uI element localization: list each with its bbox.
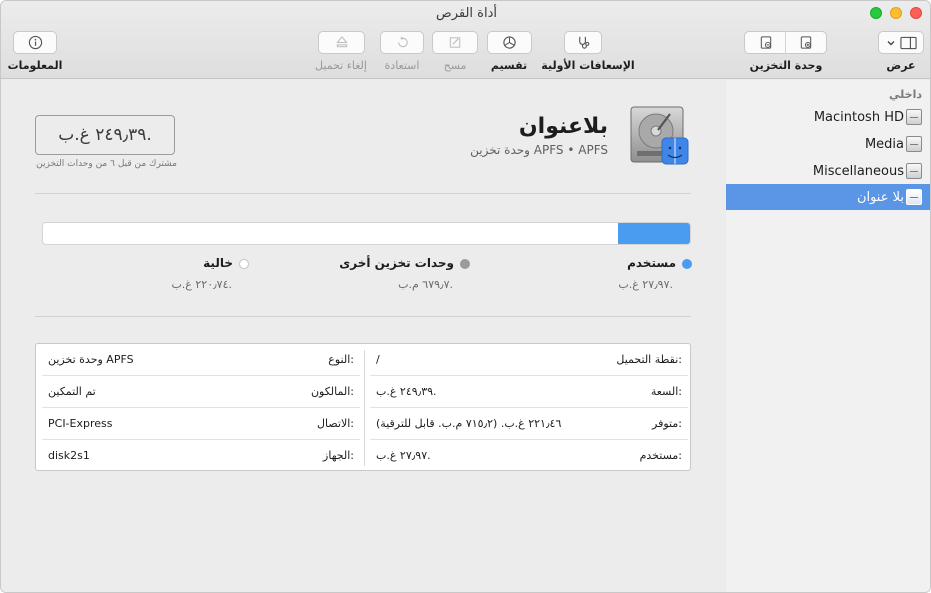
sidebar-header-internal: داخلي [889,88,922,101]
info-key: مستخدم: [639,449,682,462]
legend-free-label: خالية [203,256,233,270]
usage-bar [42,222,691,245]
disk-icon [906,136,922,152]
legend-other-volumes: وحدات تخزين أخرى [339,256,470,270]
view-label: عرض [886,59,916,72]
legend-used-swatch [682,258,692,269]
sidebar-item-macintosh-hd[interactable]: Macintosh HD [726,104,930,130]
volume-name: بلاعنوان [518,114,608,139]
disk-utility-window: أداة القرص المعلومات إلغاء تحميل استعادة… [0,0,931,593]
sidebar-item-label: Miscellaneous [812,163,904,179]
sidebar-item-label: Media [864,136,904,152]
sidebar-item-label: بلا عنوان [856,189,904,205]
remove-volume-button[interactable] [745,32,786,53]
erase-icon [449,37,460,48]
info-key: السعة: [650,385,682,398]
volume-label: وحدة التخزين [749,59,823,72]
segment-divider [785,31,786,54]
zoom-button[interactable] [870,7,882,19]
partition-button[interactable] [487,31,532,54]
add-volume-icon [800,36,811,49]
unmount-label: إلغاء تحميل [315,59,367,72]
sidebar-item-miscellaneous[interactable]: Miscellaneous [726,158,930,184]
window-controls [870,7,922,19]
toolbar: أداة القرص المعلومات إلغاء تحميل استعادة… [1,1,930,79]
info-row-connection: الاتصال: PCI-Express [42,408,360,440]
usage-bar-used-segment [617,223,690,244]
legend-used-value: ٢٧٫٩٧ غ.ب. [618,278,673,291]
internal-drive-icon [630,106,689,165]
first-aid-label: الإسعافات الأولية [541,59,635,72]
info-value: disk2s1 [48,449,90,462]
legend-used: مستخدم [627,256,692,270]
info-column-divider [364,350,365,466]
info-row-available: متوفر: ٢٢١٫٤٦ غ.ب. (٧١٥٫٢ م.ب. قابل للتر… [370,408,688,440]
capacity-shared-note: مشترك من قبل ٦ من وحدات التخزين [36,159,177,169]
erase-label: مسح [443,59,467,72]
sidebar-item-label: Macintosh HD [813,109,904,125]
partition-icon [503,36,516,49]
info-icon [28,35,42,50]
info-key: متوفر: [652,417,682,430]
legend-free-swatch [239,258,249,269]
restore-button[interactable] [380,31,424,54]
sidebar-item-media[interactable]: Media [726,131,930,157]
legend-other-value: ٦٧٩٫٧ م.ب. [398,278,453,291]
erase-button[interactable] [432,31,478,54]
info-row-used: مستخدم: ٢٧٫٩٧ غ.ب. [370,440,688,472]
info-row-capacity: السعة: ٢٤٩٫٣٩ غ.ب. [370,376,688,408]
info-value: / [376,353,380,366]
partition-label: تقسيم [490,59,528,72]
legend-used-label: مستخدم [627,256,676,270]
disk-icon [906,163,922,179]
sidebar-icon [899,36,917,49]
legend-free: خالية [203,256,249,270]
window-title: أداة القرص [436,6,497,21]
info-value: PCI-Express [48,417,113,430]
info-key: النوع: [328,353,354,366]
disk-icon [906,109,922,125]
info-value: ٢٢١٫٤٦ غ.ب. (٧١٥٫٢ م.ب. قابل للترقية) [376,417,562,430]
stethoscope-icon [578,36,589,49]
info-button[interactable] [13,31,57,54]
sidebar-item-untitled[interactable]: بلا عنوان [726,184,930,210]
info-label: المعلومات [7,59,63,72]
info-row-mount-point: نقطة التحميل: / [370,344,688,376]
chevron-down-icon [887,40,894,45]
info-key: الجهاز: [323,449,354,462]
minimize-button[interactable] [890,7,902,19]
legend-free-value: ٢٢٠٫٧٤ غ.ب. [171,278,232,291]
sidebar: داخلي Macintosh HD Media Miscellaneous ب… [725,80,930,592]
volume-capacity: ٢٤٩٫٣٩ غ.ب. [35,115,175,155]
add-volume-button[interactable] [785,32,826,53]
info-table: نقطة التحميل: / السعة: ٢٤٩٫٣٩ غ.ب. متوفر… [35,343,691,471]
info-value: ٢٤٩٫٣٩ غ.ب. [376,385,437,398]
unmount-button[interactable] [318,31,365,54]
main-content: بلاعنوان وحدة تخزين APFS • APFS ٢٤٩٫٣٩ غ… [1,80,726,592]
info-value: وحدة تخزين APFS [48,353,134,366]
info-key: الاتصال: [317,417,354,430]
info-row-type: النوع: وحدة تخزين APFS [42,344,360,376]
restore-label: استعادة [384,59,420,72]
info-row-device: الجهاز: disk2s1 [42,440,360,472]
close-button[interactable] [910,7,922,19]
view-button[interactable] [878,31,924,54]
legend-other-swatch [460,258,470,269]
info-value: تم التمكين [48,385,96,398]
first-aid-button[interactable] [564,31,602,54]
volume-subtitle: وحدة تخزين APFS • APFS [470,143,608,157]
remove-volume-icon [760,36,771,49]
info-row-owners: المالكون: تم التمكين [42,376,360,408]
info-key: نقطة التحميل: [616,353,682,366]
info-value: ٢٧٫٩٧ غ.ب. [376,449,431,462]
divider [35,193,691,194]
legend-other-label: وحدات تخزين أخرى [339,256,454,270]
info-key: المالكون: [310,385,354,398]
eject-icon [335,36,348,48]
divider [35,316,691,317]
restore-icon [397,36,408,48]
disk-icon [906,189,922,205]
